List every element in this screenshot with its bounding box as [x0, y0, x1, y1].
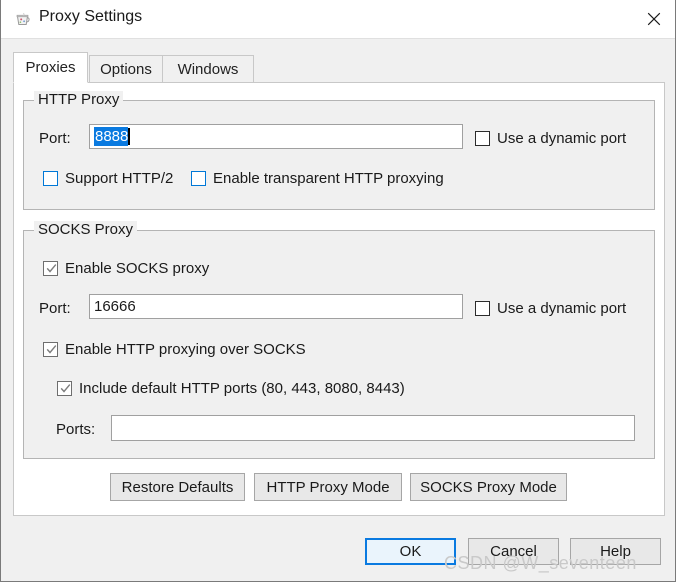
tab-strip: Proxies Options Windows	[13, 52, 665, 83]
ok-button-label: OK	[399, 543, 422, 560]
help-button[interactable]: Help	[570, 538, 661, 565]
charles-cup-icon	[14, 11, 31, 28]
close-icon[interactable]	[630, 0, 675, 38]
checkbox-checked-icon	[43, 261, 58, 276]
http-port-label: Port:	[39, 130, 71, 147]
tab-proxies-label: Proxies	[25, 59, 76, 76]
checkbox-box-icon	[191, 171, 206, 186]
restore-defaults-label: Restore Defaults	[121, 478, 234, 496]
http-proxy-group-title: HTTP Proxy	[34, 91, 124, 108]
socks-proxy-mode-label: SOCKS Proxy Mode	[420, 478, 557, 496]
transparent-http-checkbox[interactable]: Enable transparent HTTP proxying	[191, 170, 444, 187]
title-bar: Proxy Settings	[1, 0, 675, 39]
socks-port-label: Port:	[39, 300, 71, 317]
text-caret	[128, 128, 131, 145]
http-proxy-mode-label: HTTP Proxy Mode	[266, 478, 390, 496]
ok-button[interactable]: OK	[365, 538, 456, 565]
checkbox-box-icon	[475, 131, 490, 146]
socks-ports-input[interactable]	[111, 415, 635, 441]
http-dynamic-port-checkbox[interactable]: Use a dynamic port	[475, 130, 626, 147]
socks-proxy-group-title: SOCKS Proxy	[34, 221, 138, 238]
support-http2-label: Support HTTP/2	[65, 170, 174, 187]
cancel-button-label: Cancel	[490, 543, 537, 560]
enable-socks-proxy-label: Enable SOCKS proxy	[65, 260, 210, 277]
socks-port-value: 16666	[94, 298, 136, 315]
include-default-ports-label: Include default HTTP ports (80, 443, 808…	[79, 380, 405, 397]
http-over-socks-checkbox[interactable]: Enable HTTP proxying over SOCKS	[43, 341, 306, 358]
restore-defaults-button[interactable]: Restore Defaults	[110, 473, 245, 501]
socks-port-input[interactable]: 16666	[89, 294, 463, 319]
checkbox-checked-icon	[43, 342, 58, 357]
http-port-value: 8888	[94, 127, 129, 146]
transparent-http-label: Enable transparent HTTP proxying	[213, 170, 444, 187]
socks-dynamic-port-label: Use a dynamic port	[497, 300, 627, 317]
tab-options[interactable]: Options	[89, 55, 163, 83]
http-over-socks-label: Enable HTTP proxying over SOCKS	[65, 341, 306, 358]
proxy-settings-dialog: Proxy Settings Proxies Options Windows H…	[0, 0, 676, 582]
http-dynamic-port-label: Use a dynamic port	[497, 130, 627, 147]
cancel-button[interactable]: Cancel	[468, 538, 559, 565]
checkbox-box-icon	[43, 171, 58, 186]
http-proxy-mode-button[interactable]: HTTP Proxy Mode	[254, 473, 402, 501]
socks-dynamic-port-checkbox[interactable]: Use a dynamic port	[475, 300, 626, 317]
help-button-label: Help	[600, 543, 631, 560]
socks-proxy-mode-button[interactable]: SOCKS Proxy Mode	[410, 473, 567, 501]
http-proxy-group: HTTP Proxy	[23, 91, 655, 210]
window-title: Proxy Settings	[39, 8, 143, 25]
checkbox-box-icon	[475, 301, 490, 316]
support-http2-checkbox[interactable]: Support HTTP/2	[43, 170, 173, 187]
socks-ports-label: Ports:	[56, 421, 96, 438]
tab-options-label: Options	[100, 61, 152, 78]
enable-socks-proxy-checkbox[interactable]: Enable SOCKS proxy	[43, 260, 209, 277]
include-default-ports-checkbox[interactable]: Include default HTTP ports (80, 443, 808…	[57, 380, 405, 397]
http-port-input[interactable]: 8888	[89, 124, 463, 149]
tab-proxies[interactable]: Proxies	[13, 52, 88, 83]
checkbox-checked-icon	[57, 381, 72, 396]
tab-windows-label: Windows	[177, 61, 239, 78]
tab-windows[interactable]: Windows	[162, 55, 254, 83]
